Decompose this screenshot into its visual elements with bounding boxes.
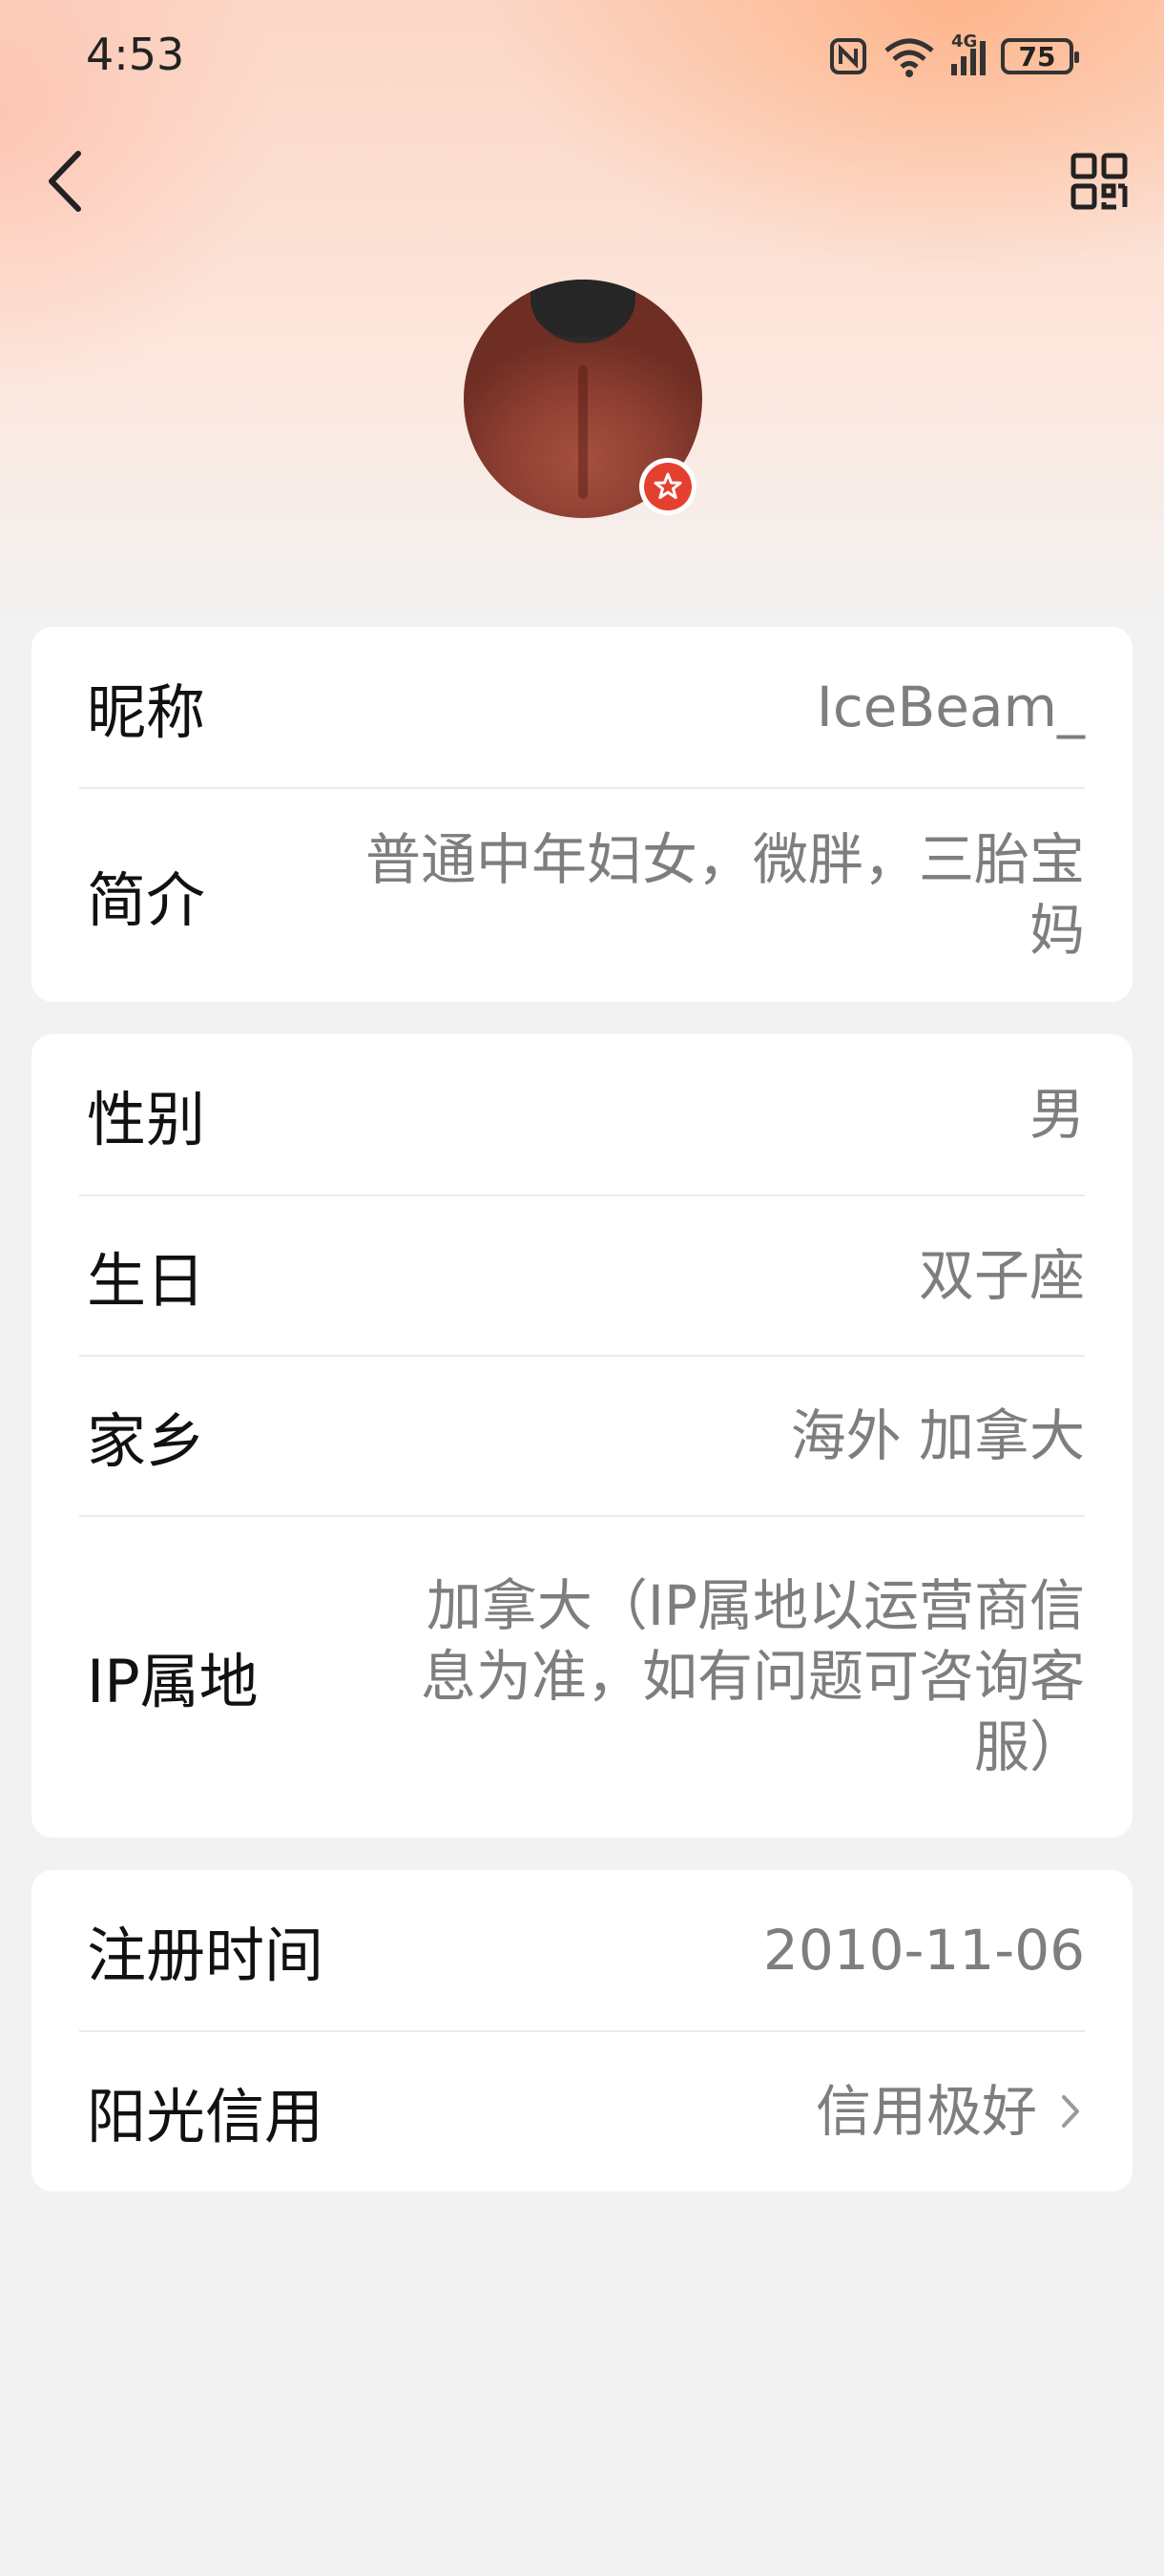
status-icons: 4G 75 bbox=[829, 31, 1079, 80]
gender-label: 性别 bbox=[87, 1085, 206, 1154]
bio-value: 普通中年妇女，微胖，三胎宝妈 bbox=[364, 827, 1085, 963]
status-time: 4:53 bbox=[86, 29, 185, 80]
personal-info-card: 性别 男 生日 双子座 家乡 海外 加拿大 IP属地 加拿大（IP属地以运营商信… bbox=[31, 1034, 1133, 1838]
chevron-right-icon bbox=[1062, 2095, 1079, 2128]
basic-info-card: 昵称 IceBeam_ 简介 普通中年妇女，微胖，三胎宝妈 bbox=[31, 627, 1133, 1002]
birthday-row[interactable]: 生日 双子座 bbox=[79, 1195, 1085, 1355]
battery-icon: 75 bbox=[1001, 38, 1079, 74]
verified-badge bbox=[639, 458, 696, 515]
ip-location-value: 加拿大（IP属地以运营商信息为准，如有问题可咨询客服） bbox=[420, 1573, 1085, 1779]
hometown-value: 海外 加拿大 bbox=[790, 1403, 1085, 1468]
chevron-left-icon bbox=[49, 151, 81, 212]
wifi-icon bbox=[884, 38, 934, 77]
nickname-row[interactable]: 昵称 IceBeam_ bbox=[79, 627, 1085, 787]
back-button[interactable] bbox=[36, 143, 94, 219]
status-bar: 4:53 4G 75 bbox=[0, 0, 1164, 114]
gender-value: 男 bbox=[1029, 1082, 1085, 1147]
qr-code-icon bbox=[1070, 153, 1128, 210]
register-time-value: 2010-11-06 bbox=[762, 1918, 1085, 1983]
account-info-card: 注册时间 2010-11-06 阳光信用 信用极好 bbox=[31, 1870, 1133, 2192]
nickname-label: 昵称 bbox=[87, 677, 206, 747]
signal-icon: 4G bbox=[951, 31, 986, 75]
qr-code-button[interactable] bbox=[1070, 153, 1128, 210]
hometown-label: 家乡 bbox=[87, 1406, 206, 1476]
sunshine-credit-label: 阳光信用 bbox=[87, 2082, 324, 2151]
sunshine-credit-value: 信用极好 bbox=[815, 2079, 1037, 2144]
network-type: 4G bbox=[951, 31, 978, 52]
sunshine-credit-row[interactable]: 阳光信用 信用极好 bbox=[79, 2030, 1085, 2191]
bio-row[interactable]: 简介 普通中年妇女，微胖，三胎宝妈 bbox=[79, 787, 1085, 1001]
register-time-row[interactable]: 注册时间 2010-11-06 bbox=[79, 1870, 1085, 2030]
battery-level: 75 bbox=[1018, 40, 1056, 73]
nfc-icon bbox=[830, 38, 866, 74]
star-icon bbox=[654, 472, 682, 499]
birthday-label: 生日 bbox=[87, 1246, 206, 1316]
nickname-value: IceBeam_ bbox=[816, 675, 1085, 739]
ip-location-row[interactable]: IP属地 加拿大（IP属地以运营商信息为准，如有问题可咨询客服） bbox=[79, 1515, 1085, 1836]
register-time-label: 注册时间 bbox=[87, 1921, 324, 1990]
birthday-value: 双子座 bbox=[918, 1243, 1085, 1308]
bio-label: 简介 bbox=[87, 865, 206, 935]
ip-location-label: IP属地 bbox=[87, 1647, 259, 1716]
hometown-row[interactable]: 家乡 海外 加拿大 bbox=[79, 1355, 1085, 1515]
gender-row[interactable]: 性别 男 bbox=[79, 1034, 1085, 1195]
